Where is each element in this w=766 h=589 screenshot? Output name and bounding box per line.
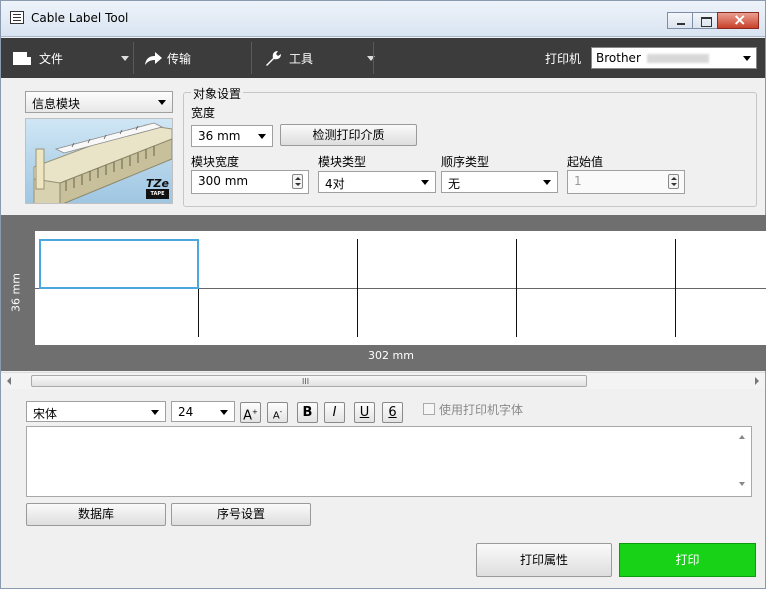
- toolbar-separator: [373, 42, 374, 74]
- detect-media-button[interactable]: 检测打印介质: [280, 124, 417, 146]
- chevron-down-icon: [151, 409, 159, 415]
- scroll-thumb[interactable]: III: [31, 375, 587, 387]
- italic-button[interactable]: I: [324, 402, 345, 423]
- chevron-down-icon: [158, 100, 166, 105]
- module-width-label: 模块宽度: [191, 155, 240, 169]
- chevron-down-icon: [543, 180, 551, 185]
- use-printer-font-checkbox[interactable]: [423, 403, 435, 415]
- grip-icon: III: [302, 377, 310, 386]
- tools-label: 工具: [289, 51, 314, 66]
- height-dimension: 36 mm: [9, 273, 23, 312]
- print-button[interactable]: 打印: [619, 543, 756, 577]
- chevron-down-icon: [220, 409, 228, 415]
- module-type-value: 4对: [325, 177, 345, 191]
- shrink-font-label: A: [272, 410, 280, 422]
- cell-divider-vertical: [516, 239, 517, 337]
- shrink-font-button[interactable]: A-: [267, 402, 288, 423]
- label-text-input[interactable]: [26, 426, 752, 497]
- maximize-button[interactable]: [692, 12, 718, 29]
- start-value-spinner: 1: [567, 170, 685, 194]
- sequence-type-value: 无: [448, 177, 461, 191]
- scroll-up-icon[interactable]: [739, 435, 745, 439]
- printer-label: 打印机: [545, 51, 582, 66]
- file-menu-label: 文件: [39, 51, 64, 66]
- minimize-button[interactable]: [667, 12, 693, 29]
- spinner-arrows-icon: [668, 174, 679, 189]
- window-controls: [667, 10, 759, 29]
- grow-font-button[interactable]: A+: [240, 402, 261, 423]
- app-window: Cable Label Tool 文件 传输 工具: [0, 0, 766, 589]
- cell-divider-vertical: [675, 239, 676, 337]
- chevron-down-icon: [421, 180, 429, 185]
- chevron-down-icon: [121, 55, 130, 61]
- selected-label-cell[interactable]: [39, 239, 199, 289]
- font-select[interactable]: 宋体: [26, 401, 166, 422]
- chevron-down-icon: [258, 134, 266, 139]
- underline-button[interactable]: U: [354, 402, 375, 423]
- toolbar-separator: [251, 42, 252, 74]
- width-dimension: 302 mm: [368, 349, 414, 362]
- share-arrow-icon: [145, 52, 162, 65]
- start-value-value: 1: [574, 174, 582, 188]
- tze-tape-logo: TZe TAPE: [146, 177, 169, 199]
- object-settings-title: 对象设置: [191, 85, 244, 102]
- numbering-settings-button[interactable]: 序号设置: [171, 503, 311, 526]
- printer-model-redacted: [646, 54, 709, 63]
- width-label: 宽度: [191, 106, 216, 120]
- grow-font-label: A: [243, 408, 253, 424]
- cell-divider-vertical: [357, 239, 358, 337]
- spinner-arrows-icon[interactable]: [292, 174, 303, 189]
- width-select[interactable]: 36 mm: [191, 125, 273, 147]
- module-width-spinner[interactable]: 300 mm: [191, 170, 309, 194]
- use-printer-font-label: 使用打印机字体: [439, 403, 524, 417]
- transfer-label: 传输: [167, 51, 192, 66]
- title-bar: Cable Label Tool: [1, 1, 765, 37]
- database-button[interactable]: 数据库: [26, 503, 166, 526]
- transfer-button[interactable]: 传输: [143, 38, 191, 78]
- printer-value: Brother: [596, 51, 641, 65]
- scroll-left-icon[interactable]: [7, 377, 11, 385]
- wrench-icon: [266, 51, 281, 66]
- print-properties-button[interactable]: 打印属性: [476, 543, 612, 577]
- file-icon: [13, 51, 32, 65]
- window-title: Cable Label Tool: [31, 11, 129, 25]
- module-type-label: 模块类型: [318, 155, 367, 169]
- label-canvas[interactable]: [35, 231, 766, 345]
- file-menu[interactable]: 文件: [13, 38, 130, 78]
- module-type-select[interactable]: 4对: [318, 171, 436, 193]
- toolbar-separator: [133, 42, 134, 74]
- scroll-down-icon[interactable]: [739, 482, 745, 486]
- font-size-select[interactable]: 24: [171, 401, 235, 422]
- label-editor: 302 mm: [15, 215, 766, 371]
- sequence-type-label: 顺序类型: [441, 155, 490, 169]
- font-select-value: 宋体: [33, 407, 58, 421]
- module-image: TZe TAPE: [25, 118, 173, 204]
- width-select-value: 36 mm: [198, 129, 241, 143]
- close-button[interactable]: [717, 10, 759, 29]
- tools-menu[interactable]: 工具: [263, 38, 376, 78]
- main-toolbar: 文件 传输 工具 打印机 Brother: [1, 38, 765, 78]
- module-select[interactable]: 信息模块: [25, 91, 173, 113]
- app-icon: [10, 11, 24, 24]
- printer-select[interactable]: Brother: [591, 47, 757, 69]
- font-size-value: 24: [178, 405, 194, 419]
- horizontal-scrollbar[interactable]: III: [1, 372, 765, 389]
- bold-button[interactable]: B: [297, 402, 318, 423]
- frame-button[interactable]: 6: [382, 402, 403, 423]
- chevron-down-icon: [743, 56, 751, 61]
- module-select-value: 信息模块: [32, 97, 81, 111]
- scroll-right-icon[interactable]: [755, 377, 759, 385]
- start-value-label: 起始值: [567, 155, 604, 169]
- module-width-value: 300 mm: [198, 174, 249, 188]
- sequence-type-select[interactable]: 无: [441, 171, 558, 193]
